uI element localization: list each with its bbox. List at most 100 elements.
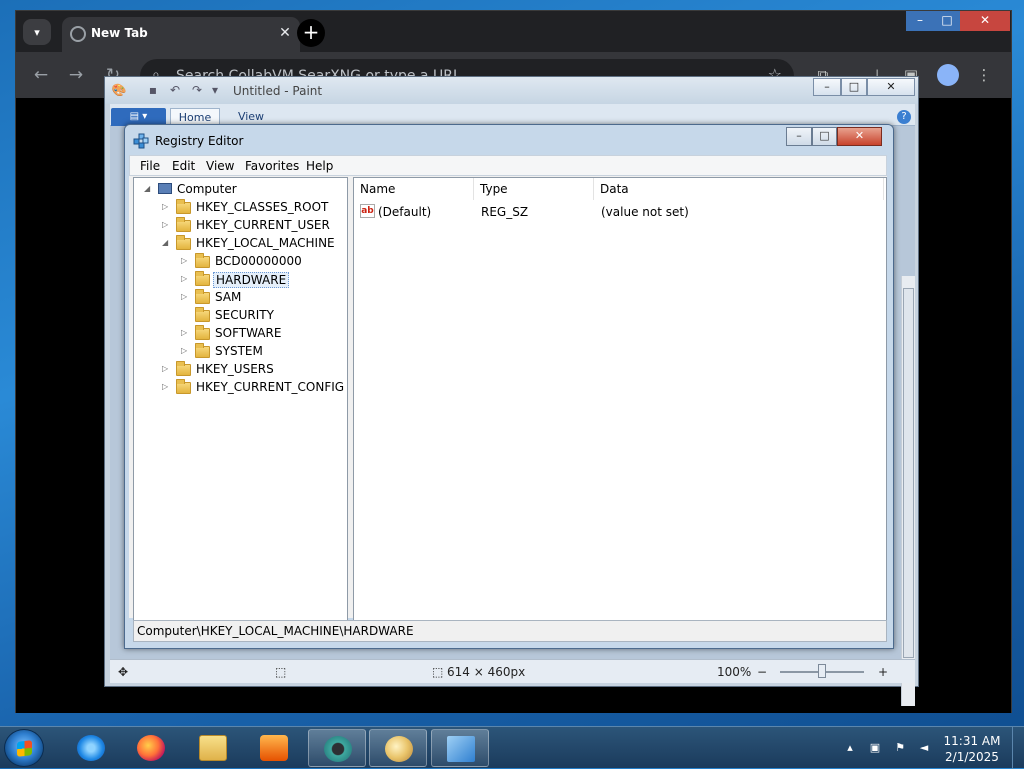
regedit-minimize-button[interactable]: – xyxy=(786,127,812,146)
volume-muted-icon[interactable]: ◄ xyxy=(917,741,931,755)
collapse-icon[interactable]: ◢ xyxy=(162,238,171,248)
new-tab-button[interactable]: + xyxy=(297,19,325,47)
network-icon[interactable]: ▣ xyxy=(868,741,882,755)
folder-icon xyxy=(195,289,210,304)
folder-icon xyxy=(195,325,210,340)
column-header-data[interactable]: Data xyxy=(594,178,884,200)
tree-label: SECURITY xyxy=(215,308,274,322)
registry-editor-window: Registry Editor – □ ✕ File Edit View Fav… xyxy=(124,124,894,649)
regedit-app-icon xyxy=(133,133,149,149)
collapse-icon[interactable]: ◢ xyxy=(144,184,153,194)
cursor-position-icon: ✥ xyxy=(118,665,129,679)
registry-values-list[interactable]: Name Type Data ab (Default) REG_SZ (valu… xyxy=(353,177,887,622)
help-icon[interactable]: ? xyxy=(897,110,911,124)
folder-icon xyxy=(195,253,210,268)
column-header-type[interactable]: Type xyxy=(474,178,594,200)
paint-vertical-scrollbar[interactable] xyxy=(901,276,915,706)
expand-icon[interactable]: ▷ xyxy=(162,364,171,374)
regedit-close-button[interactable]: ✕ xyxy=(837,127,882,146)
forward-button[interactable]: → xyxy=(65,64,87,86)
chrome-close-button[interactable]: ✕ xyxy=(960,11,1010,31)
paint-close-button[interactable]: ✕ xyxy=(867,78,915,96)
folder-icon xyxy=(176,199,191,214)
registry-tree[interactable]: ◢ Computer ▷ HKEY_CLASSES_ROOT ▷ HKEY_CU… xyxy=(133,177,348,622)
back-button[interactable]: ← xyxy=(30,64,52,86)
folder-open-icon xyxy=(176,235,191,250)
folder-icon xyxy=(176,361,191,376)
regedit-titlebar: Registry Editor – □ ✕ xyxy=(125,125,893,155)
chrome-menu-button[interactable]: ⋮ xyxy=(973,64,995,86)
column-header-name[interactable]: Name xyxy=(354,178,474,200)
taskbar-file-explorer[interactable] xyxy=(184,729,242,767)
selection-size-icon: ⬚ xyxy=(275,665,287,679)
paint-icon xyxy=(385,736,413,762)
clock-time: 11:31 AM xyxy=(943,734,1001,748)
qat-dropdown-icon[interactable]: ▾ xyxy=(207,82,223,98)
taskbar-firefox[interactable] xyxy=(122,729,180,767)
firefox-icon xyxy=(137,735,165,761)
expand-icon[interactable]: ▷ xyxy=(181,328,190,338)
paint-ribbon: ▤ ▾ Home View ? xyxy=(110,104,915,126)
profile-avatar[interactable] xyxy=(937,64,959,86)
folder-icon xyxy=(176,217,191,232)
registry-editor-icon xyxy=(447,736,475,762)
regedit-body: ◢ Computer ▷ HKEY_CLASSES_ROOT ▷ HKEY_CU… xyxy=(129,176,887,622)
folder-icon xyxy=(176,379,191,394)
redo-icon[interactable]: ↷ xyxy=(189,82,205,98)
taskbar-paint[interactable] xyxy=(369,729,427,767)
menu-edit[interactable]: Edit xyxy=(172,159,195,173)
menu-file[interactable]: File xyxy=(140,159,160,173)
expand-icon[interactable]: ▷ xyxy=(181,346,190,356)
media-player-icon xyxy=(260,735,288,761)
expand-icon[interactable]: ▷ xyxy=(162,202,171,212)
tree-label: HARDWARE xyxy=(213,272,290,288)
expand-icon[interactable]: ▷ xyxy=(181,274,190,284)
regedit-maximize-button[interactable]: □ xyxy=(812,127,837,146)
expand-icon[interactable]: ▷ xyxy=(162,382,171,392)
zoom-out-button[interactable]: − xyxy=(757,665,767,679)
zoom-in-button[interactable]: + xyxy=(878,665,888,679)
menu-favorites[interactable]: Favorites xyxy=(245,159,299,173)
paint-maximize-button[interactable]: □ xyxy=(841,78,867,96)
menu-help[interactable]: Help xyxy=(306,159,333,173)
expand-icon[interactable]: ▷ xyxy=(162,220,171,230)
scrollbar-thumb[interactable] xyxy=(903,288,914,658)
chrome-tab-new-tab[interactable]: New Tab ✕ xyxy=(62,17,300,52)
folder-icon xyxy=(195,271,210,286)
show-desktop-button[interactable] xyxy=(1012,727,1024,769)
tab-close-button[interactable]: ✕ xyxy=(276,24,294,42)
tree-label: BCD00000000 xyxy=(215,254,302,268)
chrome-icon xyxy=(324,736,352,762)
system-clock[interactable]: 11:31 AM 2/1/2025 xyxy=(936,733,1008,765)
taskbar-chrome[interactable] xyxy=(308,729,366,767)
undo-icon[interactable]: ↶ xyxy=(167,82,183,98)
tree-label: HKEY_LOCAL_MACHINE xyxy=(196,236,335,250)
chrome-tabbar: ▾ New Tab ✕ + – □ ✕ xyxy=(16,11,1011,52)
value-name: (Default) xyxy=(378,205,432,219)
regedit-menubar: File Edit View Favorites Help xyxy=(129,155,887,176)
taskbar-media-player[interactable] xyxy=(245,729,303,767)
paint-titlebar: 🎨 ▪ ↶ ↷ ▾ Untitled - Paint – □ ✕ xyxy=(105,77,918,104)
menu-view[interactable]: View xyxy=(206,159,234,173)
list-item[interactable]: ab (Default) REG_SZ (value not set) xyxy=(354,203,884,221)
action-center-flag-icon[interactable]: ⚑ xyxy=(893,741,907,755)
expand-icon[interactable]: ▷ xyxy=(181,256,190,266)
paint-minimize-button[interactable]: – xyxy=(813,78,841,96)
canvas-size: 614 × 460px xyxy=(447,665,526,679)
tab-search-button[interactable]: ▾ xyxy=(23,19,51,45)
expand-icon[interactable]: ▷ xyxy=(181,292,190,302)
value-data: (value not set) xyxy=(601,205,689,219)
tree-label: SYSTEM xyxy=(215,344,263,358)
chrome-maximize-button[interactable]: □ xyxy=(934,11,960,31)
tree-label: SAM xyxy=(215,290,242,304)
tree-label: HKEY_CLASSES_ROOT xyxy=(196,200,329,214)
show-hidden-icons-button[interactable]: ▴ xyxy=(843,741,857,755)
taskbar-registry-editor[interactable] xyxy=(431,729,489,767)
taskbar-internet-explorer[interactable] xyxy=(62,729,120,767)
start-button[interactable] xyxy=(4,729,44,767)
computer-icon xyxy=(158,183,172,194)
tree-label: HKEY_CURRENT_USER xyxy=(196,218,330,232)
chrome-minimize-button[interactable]: – xyxy=(906,11,934,31)
save-icon[interactable]: ▪ xyxy=(145,82,161,98)
zoom-slider-thumb[interactable] xyxy=(818,664,826,678)
